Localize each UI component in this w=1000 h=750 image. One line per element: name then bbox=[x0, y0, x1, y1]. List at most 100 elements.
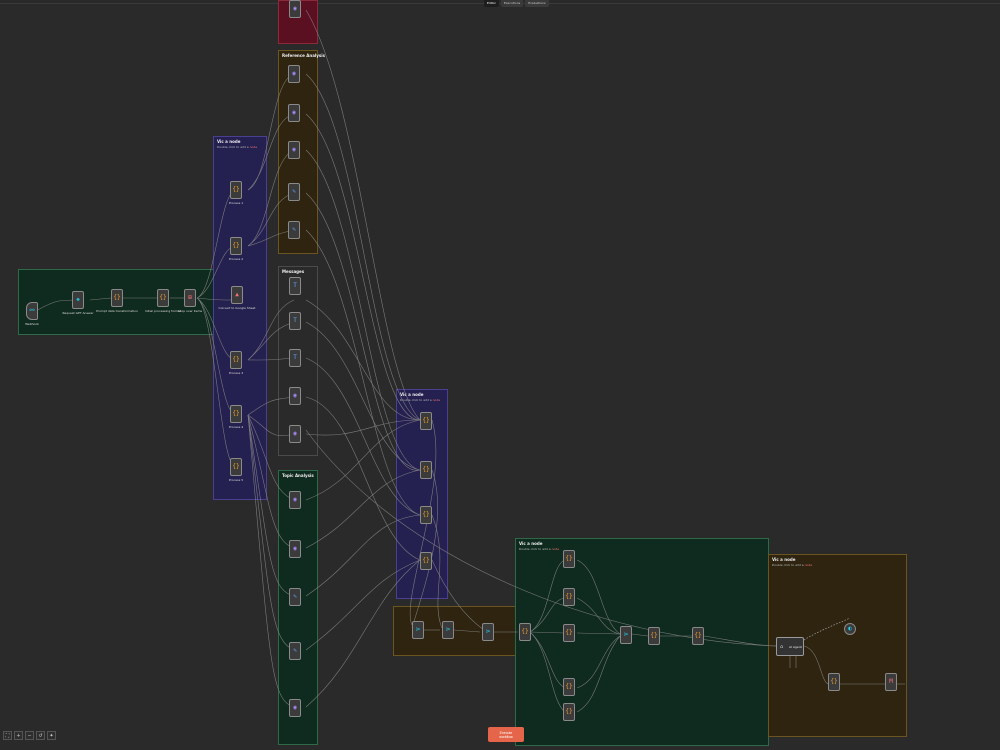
merge-node-2[interactable]: ⋗ bbox=[442, 621, 454, 639]
right-code-node-1[interactable]: {} bbox=[563, 550, 575, 568]
topic-text-node-1[interactable]: ✎ bbox=[289, 588, 301, 606]
gmail-node[interactable]: M bbox=[885, 673, 897, 691]
http-icon: ✎ bbox=[292, 188, 296, 195]
right-code-node-6[interactable]: {} bbox=[648, 627, 660, 645]
group-title: Vic a node bbox=[400, 392, 424, 397]
group-green-right[interactable]: Vic a node Double click to add a node bbox=[515, 538, 769, 746]
process-node-1[interactable]: {} Process 1 bbox=[229, 181, 243, 205]
code-icon: {} bbox=[830, 678, 838, 685]
text-icon: ✎ bbox=[293, 647, 297, 654]
ai-agent-node[interactable]: ⌂ AI Agent bbox=[776, 637, 804, 656]
zoom-out-icon[interactable]: − bbox=[25, 731, 34, 740]
group-title: Topic Analysis bbox=[282, 473, 314, 478]
merge-code-node-3[interactable]: {} bbox=[420, 506, 432, 524]
code-icon: {} bbox=[422, 511, 430, 518]
openai-icon: ◐ bbox=[848, 625, 852, 632]
topic-ai-node-1[interactable]: ◉ bbox=[289, 491, 301, 509]
tab-editor[interactable]: Editor bbox=[484, 0, 499, 7]
transform-node[interactable]: {} Prompt data transformation bbox=[96, 289, 138, 313]
right-code-node-5[interactable]: {} bbox=[563, 703, 575, 721]
msg-text-node-1[interactable]: T bbox=[289, 277, 301, 295]
code-icon: {} bbox=[565, 683, 573, 690]
right-code-node-7[interactable]: {} bbox=[692, 627, 704, 645]
zoom-in-icon[interactable]: + bbox=[14, 731, 23, 740]
code-icon: {} bbox=[232, 242, 240, 249]
ref-ai-node-1[interactable]: ◉ bbox=[288, 65, 300, 83]
group-subtitle: Double click to add a node bbox=[217, 145, 258, 149]
group-title: Vic a node bbox=[217, 139, 241, 144]
execute-workflow-button[interactable]: Execute workflow bbox=[488, 727, 524, 742]
canvas-controls: ⛶ + − ↺ ✦ bbox=[3, 731, 56, 740]
ref-ai-node-2[interactable]: ◉ bbox=[288, 104, 300, 122]
request-node[interactable]: ◈ Request GPT Answer bbox=[62, 291, 94, 315]
msg-ai-node-1[interactable]: ◉ bbox=[289, 387, 301, 405]
webhook-trigger-node[interactable]: ⚯ Webhook bbox=[25, 302, 39, 326]
code-icon: {} bbox=[565, 629, 573, 636]
merge-node-3[interactable]: ⋗ bbox=[482, 623, 494, 641]
ai-icon: ◉ bbox=[293, 496, 297, 503]
right-merge-node[interactable]: ⋗ bbox=[620, 626, 632, 644]
tab-evaluations[interactable]: Evaluations bbox=[525, 0, 549, 7]
process-node-3[interactable]: {} Process 3 bbox=[229, 351, 243, 375]
group-subtitle: Double click to add a node bbox=[772, 563, 813, 567]
tab-executions[interactable]: Executions bbox=[500, 0, 524, 7]
merge-icon: ⋗ bbox=[485, 628, 491, 635]
right-code-node-2[interactable]: {} bbox=[563, 588, 575, 606]
merge-icon: ⋗ bbox=[445, 626, 451, 633]
process-node-2[interactable]: {} Process 2 bbox=[229, 237, 243, 261]
red-ai-node[interactable]: ◉ bbox=[289, 0, 301, 18]
loop-node[interactable]: ⊞ Loop over items bbox=[178, 289, 202, 313]
code-icon: {} bbox=[232, 463, 240, 470]
group-title: Reference Analysis bbox=[282, 53, 326, 58]
merge-code-node-4[interactable]: {} bbox=[420, 552, 432, 570]
code-icon: {} bbox=[422, 557, 430, 564]
group-subtitle: Double click to add a node bbox=[519, 547, 560, 551]
webhook-icon: ⚯ bbox=[29, 307, 35, 314]
format-node[interactable]: {} Initial processing format bbox=[145, 289, 181, 313]
right-code-node-3[interactable]: {} bbox=[563, 624, 575, 642]
group-title: Messages bbox=[282, 269, 305, 274]
merge-icon: ⋗ bbox=[415, 626, 421, 633]
final-code-node[interactable]: {} bbox=[828, 673, 840, 691]
gmail-icon: M bbox=[889, 678, 893, 685]
loop-icon: ⊞ bbox=[188, 294, 192, 301]
text-icon: T bbox=[293, 282, 297, 289]
right-code-node-4[interactable]: {} bbox=[563, 678, 575, 696]
ai-icon: ◉ bbox=[292, 109, 296, 116]
process-node-4[interactable]: {} Process 4 bbox=[229, 405, 243, 429]
msg-ai-node-2[interactable]: ◉ bbox=[289, 425, 301, 443]
msg-text-node-2[interactable]: T bbox=[289, 312, 301, 330]
text-icon: ✎ bbox=[293, 593, 297, 600]
view-tabs: Editor Executions Evaluations bbox=[484, 0, 549, 7]
topic-ai-node-3[interactable]: ◉ bbox=[289, 699, 301, 717]
http-icon: ◈ bbox=[76, 296, 80, 303]
process-node-5[interactable]: {} Process 5 bbox=[229, 458, 243, 482]
code-icon: {} bbox=[565, 593, 573, 600]
robot-icon: ⌂ bbox=[780, 644, 784, 650]
ref-ai-node-3[interactable]: ◉ bbox=[288, 141, 300, 159]
topic-text-node-2[interactable]: ✎ bbox=[289, 642, 301, 660]
fit-view-icon[interactable]: ⛶ bbox=[3, 731, 12, 740]
sheet-node[interactable]: ▲ Convert to Google Sheet bbox=[219, 286, 256, 310]
merge-code-node-2[interactable]: {} bbox=[420, 461, 432, 479]
tidy-up-icon[interactable]: ✦ bbox=[47, 731, 56, 740]
openai-model-node[interactable]: ◐ bbox=[844, 623, 856, 635]
text-icon: T bbox=[293, 317, 297, 324]
merge-icon: ⋗ bbox=[623, 631, 629, 638]
code-icon: {} bbox=[232, 186, 240, 193]
reset-zoom-icon[interactable]: ↺ bbox=[36, 731, 45, 740]
ref-http-node-2[interactable]: ✎ bbox=[288, 221, 300, 239]
ref-http-node-1[interactable]: ✎ bbox=[288, 183, 300, 201]
code-icon: {} bbox=[565, 708, 573, 715]
group-subtitle: Double click to add a node bbox=[400, 398, 441, 402]
aggregate-code-node[interactable]: {} bbox=[519, 623, 531, 641]
merge-node-1[interactable]: ⋗ bbox=[412, 621, 424, 639]
code-icon: {} bbox=[422, 417, 430, 424]
merge-code-node-1[interactable]: {} bbox=[420, 412, 432, 430]
ai-icon: ◉ bbox=[293, 392, 297, 399]
msg-text-node-3[interactable]: T bbox=[289, 349, 301, 367]
code-icon: {} bbox=[650, 632, 658, 639]
topic-ai-node-2[interactable]: ◉ bbox=[289, 540, 301, 558]
code-icon: {} bbox=[694, 632, 702, 639]
group-title: Vic a node bbox=[772, 557, 796, 562]
